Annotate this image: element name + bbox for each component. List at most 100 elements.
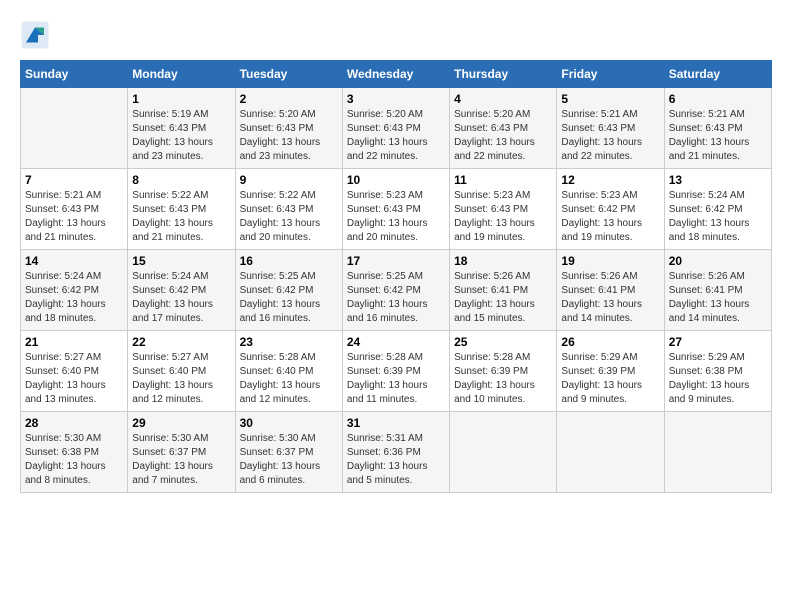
day-cell: 18 Sunrise: 5:26 AM Sunset: 6:41 PM Dayli… <box>450 250 557 331</box>
day-cell: 5 Sunrise: 5:21 AM Sunset: 6:43 PM Daylig… <box>557 88 664 169</box>
day-cell: 26 Sunrise: 5:29 AM Sunset: 6:39 PM Dayli… <box>557 331 664 412</box>
day-cell: 23 Sunrise: 5:28 AM Sunset: 6:40 PM Dayli… <box>235 331 342 412</box>
day-info: Sunrise: 5:26 AM Sunset: 6:41 PM Dayligh… <box>561 270 659 326</box>
calendar-body: 1 Sunrise: 5:19 AM Sunset: 6:43 PM Daylig… <box>21 88 772 493</box>
day-info: Sunrise: 5:29 AM Sunset: 6:39 PM Dayligh… <box>561 351 659 407</box>
page-header <box>20 20 772 50</box>
day-info: Sunrise: 5:28 AM Sunset: 6:40 PM Dayligh… <box>240 351 338 407</box>
day-number: 25 <box>454 335 552 349</box>
day-info: Sunrise: 5:30 AM Sunset: 6:37 PM Dayligh… <box>240 432 338 488</box>
day-cell: 27 Sunrise: 5:29 AM Sunset: 6:38 PM Dayli… <box>664 331 771 412</box>
week-row-2: 7 Sunrise: 5:21 AM Sunset: 6:43 PM Daylig… <box>21 169 772 250</box>
day-number: 20 <box>669 254 767 268</box>
day-info: Sunrise: 5:27 AM Sunset: 6:40 PM Dayligh… <box>25 351 123 407</box>
day-info: Sunrise: 5:22 AM Sunset: 6:43 PM Dayligh… <box>132 189 230 245</box>
day-number: 21 <box>25 335 123 349</box>
day-number: 11 <box>454 173 552 187</box>
day-cell: 20Sunrise: 5:26 AM Sunset: 6:41 PM Dayli… <box>664 250 771 331</box>
day-number: 27 <box>669 335 767 349</box>
day-number: 15 <box>132 254 230 268</box>
day-cell: 11 Sunrise: 5:23 AM Sunset: 6:43 PM Dayli… <box>450 169 557 250</box>
day-number: 16 <box>240 254 338 268</box>
week-row-5: 28 Sunrise: 5:30 AM Sunset: 6:38 PM Dayli… <box>21 412 772 493</box>
day-info: Sunrise: 5:23 AM Sunset: 6:42 PM Dayligh… <box>561 189 659 245</box>
day-info: Sunrise: 5:22 AM Sunset: 6:43 PM Dayligh… <box>240 189 338 245</box>
day-cell: 17 Sunrise: 5:25 AM Sunset: 6:42 PM Dayli… <box>342 250 449 331</box>
day-number: 1 <box>132 92 230 106</box>
day-cell <box>664 412 771 493</box>
logo-icon <box>20 20 50 50</box>
day-number: 22 <box>132 335 230 349</box>
day-cell: 15Sunrise: 5:24 AM Sunset: 6:42 PM Dayli… <box>128 250 235 331</box>
day-info: Sunrise: 5:25 AM Sunset: 6:42 PM Dayligh… <box>347 270 445 326</box>
day-cell: 16 Sunrise: 5:25 AM Sunset: 6:42 PM Dayli… <box>235 250 342 331</box>
day-cell: 6Sunrise: 5:21 AM Sunset: 6:43 PM Daylig… <box>664 88 771 169</box>
header-cell-sunday: Sunday <box>21 61 128 88</box>
week-row-4: 21 Sunrise: 5:27 AM Sunset: 6:40 PM Dayli… <box>21 331 772 412</box>
day-number: 31 <box>347 416 445 430</box>
day-number: 10 <box>347 173 445 187</box>
day-info: Sunrise: 5:21 AM Sunset: 6:43 PM Dayligh… <box>561 108 659 164</box>
day-cell: 30 Sunrise: 5:30 AM Sunset: 6:37 PM Dayli… <box>235 412 342 493</box>
day-info: Sunrise: 5:30 AM Sunset: 6:37 PM Dayligh… <box>132 432 230 488</box>
day-number: 6 <box>669 92 767 106</box>
day-cell: 25Sunrise: 5:28 AM Sunset: 6:39 PM Dayli… <box>450 331 557 412</box>
day-number: 18 <box>454 254 552 268</box>
day-info: Sunrise: 5:28 AM Sunset: 6:39 PM Dayligh… <box>347 351 445 407</box>
day-cell: 10 Sunrise: 5:23 AM Sunset: 6:43 PM Dayli… <box>342 169 449 250</box>
header-row: SundayMondayTuesdayWednesdayThursdayFrid… <box>21 61 772 88</box>
day-number: 28 <box>25 416 123 430</box>
day-info: Sunrise: 5:31 AM Sunset: 6:36 PM Dayligh… <box>347 432 445 488</box>
day-cell: 31 Sunrise: 5:31 AM Sunset: 6:36 PM Dayli… <box>342 412 449 493</box>
header-cell-wednesday: Wednesday <box>342 61 449 88</box>
day-info: Sunrise: 5:20 AM Sunset: 6:43 PM Dayligh… <box>347 108 445 164</box>
day-number: 30 <box>240 416 338 430</box>
logo <box>20 20 54 50</box>
day-info: Sunrise: 5:21 AM Sunset: 6:43 PM Dayligh… <box>25 189 123 245</box>
day-number: 4 <box>454 92 552 106</box>
day-info: Sunrise: 5:20 AM Sunset: 6:43 PM Dayligh… <box>240 108 338 164</box>
day-cell: 24 Sunrise: 5:28 AM Sunset: 6:39 PM Dayli… <box>342 331 449 412</box>
day-number: 12 <box>561 173 659 187</box>
day-cell: 2 Sunrise: 5:20 AM Sunset: 6:43 PM Daylig… <box>235 88 342 169</box>
day-number: 3 <box>347 92 445 106</box>
day-cell: 12 Sunrise: 5:23 AM Sunset: 6:42 PM Dayli… <box>557 169 664 250</box>
day-number: 2 <box>240 92 338 106</box>
day-number: 26 <box>561 335 659 349</box>
header-cell-friday: Friday <box>557 61 664 88</box>
day-number: 17 <box>347 254 445 268</box>
day-info: Sunrise: 5:23 AM Sunset: 6:43 PM Dayligh… <box>454 189 552 245</box>
header-cell-saturday: Saturday <box>664 61 771 88</box>
day-number: 14 <box>25 254 123 268</box>
day-cell: 7 Sunrise: 5:21 AM Sunset: 6:43 PM Daylig… <box>21 169 128 250</box>
day-info: Sunrise: 5:25 AM Sunset: 6:42 PM Dayligh… <box>240 270 338 326</box>
day-number: 7 <box>25 173 123 187</box>
day-cell: 8 Sunrise: 5:22 AM Sunset: 6:43 PM Daylig… <box>128 169 235 250</box>
day-cell: 3 Sunrise: 5:20 AM Sunset: 6:43 PM Daylig… <box>342 88 449 169</box>
day-info: Sunrise: 5:24 AM Sunset: 6:42 PM Dayligh… <box>669 189 767 245</box>
day-cell <box>557 412 664 493</box>
day-info: Sunrise: 5:26 AM Sunset: 6:41 PM Dayligh… <box>454 270 552 326</box>
day-number: 13 <box>669 173 767 187</box>
day-number: 8 <box>132 173 230 187</box>
day-info: Sunrise: 5:20 AM Sunset: 6:43 PM Dayligh… <box>454 108 552 164</box>
day-cell: 1 Sunrise: 5:19 AM Sunset: 6:43 PM Daylig… <box>128 88 235 169</box>
day-cell: 9 Sunrise: 5:22 AM Sunset: 6:43 PM Daylig… <box>235 169 342 250</box>
day-info: Sunrise: 5:27 AM Sunset: 6:40 PM Dayligh… <box>132 351 230 407</box>
day-number: 24 <box>347 335 445 349</box>
day-info: Sunrise: 5:29 AM Sunset: 6:38 PM Dayligh… <box>669 351 767 407</box>
week-row-3: 14Sunrise: 5:24 AM Sunset: 6:42 PM Dayli… <box>21 250 772 331</box>
week-row-1: 1 Sunrise: 5:19 AM Sunset: 6:43 PM Daylig… <box>21 88 772 169</box>
day-info: Sunrise: 5:30 AM Sunset: 6:38 PM Dayligh… <box>25 432 123 488</box>
day-number: 9 <box>240 173 338 187</box>
calendar-table: SundayMondayTuesdayWednesdayThursdayFrid… <box>20 60 772 493</box>
day-cell: 4 Sunrise: 5:20 AM Sunset: 6:43 PM Daylig… <box>450 88 557 169</box>
day-info: Sunrise: 5:23 AM Sunset: 6:43 PM Dayligh… <box>347 189 445 245</box>
header-cell-tuesday: Tuesday <box>235 61 342 88</box>
day-number: 23 <box>240 335 338 349</box>
day-info: Sunrise: 5:19 AM Sunset: 6:43 PM Dayligh… <box>132 108 230 164</box>
day-cell <box>21 88 128 169</box>
calendar-header: SundayMondayTuesdayWednesdayThursdayFrid… <box>21 61 772 88</box>
day-number: 19 <box>561 254 659 268</box>
day-number: 5 <box>561 92 659 106</box>
